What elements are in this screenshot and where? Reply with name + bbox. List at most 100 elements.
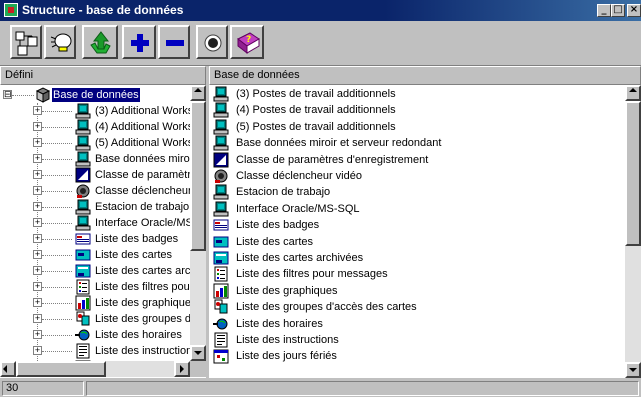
tree-item[interactable]: + Interface Oracle/MS-S [0,215,190,231]
title-bar[interactable]: Structure - base de données _ □ × [0,0,641,21]
list-item[interactable]: (3) Postes de travail additionnels [213,86,613,102]
workstation-icon [213,135,229,151]
tree-item[interactable]: + Liste des cartes [0,247,190,263]
expand-toggle[interactable]: + [33,218,42,227]
tree-item-label: Liste des instructions [95,345,190,357]
video-trigger-icon [213,168,229,184]
tree-connector [42,319,72,320]
list-item[interactable]: Liste des filtres pour messages [213,266,613,282]
tree-item[interactable]: + Liste des graphiques [0,295,190,311]
list-item[interactable]: Classe déclencheur vidéo [213,168,613,184]
list-panel-header[interactable]: Base de données [209,66,641,85]
tree-item[interactable]: + (4) Additional Workst [0,119,190,135]
scroll-corner [190,361,206,377]
tree-root-node[interactable]: ⊟ Base de données [0,87,190,103]
maximize-button[interactable]: □ [611,4,625,17]
expand-toggle[interactable]: + [33,234,42,243]
tree-item[interactable]: + Classe de paramètres [0,167,190,183]
tree-connector [12,95,34,96]
tree-item-label: Liste des filtres pour m [95,281,190,293]
close-button[interactable]: × [627,4,641,17]
tree-structure-button[interactable] [10,25,42,59]
tree-vertical-scrollbar[interactable] [190,85,206,361]
tree-item[interactable]: + Liste des badges [0,231,190,247]
tree-scroll-thumb[interactable] [190,101,206,251]
expand-toggle[interactable]: + [33,250,42,259]
list-item-label: Liste des filtres pour messages [236,268,388,281]
lightbulb-button[interactable] [44,25,76,59]
list-view[interactable]: (3) Postes de travail additionnels (4) Po… [209,85,625,378]
list-item[interactable]: Liste des groupes d'accès des cartes [213,299,613,315]
add-button[interactable] [122,25,156,59]
record-button[interactable] [196,25,228,59]
list-item[interactable]: Classe de paramètres d'enregistrement [213,152,613,168]
tree-item[interactable]: + (5) Additional Workst [0,135,190,151]
expand-toggle[interactable]: + [33,346,42,355]
help-button[interactable]: ? [230,25,264,59]
tree-item[interactable]: + Liste des cartes archiv [0,263,190,279]
chart-list-icon [213,283,229,299]
workstation-icon [75,103,91,119]
tree-connector [42,303,72,304]
list-item[interactable]: Liste des horaires [213,316,613,332]
tree-horizontal-scrollbar[interactable] [0,361,190,377]
tree-item[interactable]: + Estacion de trabajo [0,199,190,215]
tree-hscroll-thumb[interactable] [16,361,106,377]
plus-icon [131,34,149,52]
expand-toggle[interactable]: + [33,122,42,131]
expand-toggle[interactable]: + [33,330,42,339]
list-item[interactable]: Liste des instructions [213,332,613,348]
tree-structure-icon [15,31,38,56]
list-item[interactable]: (5) Postes de travail additionnels [213,119,613,135]
list-item[interactable]: Estacion de trabajo [213,184,613,200]
list-item[interactable]: Liste des graphiques [213,283,613,299]
tree-item[interactable]: + Liste des groupes d'ac [0,311,190,327]
remove-button[interactable] [158,25,190,59]
tree-item[interactable]: + Base données miroir e [0,151,190,167]
workstation-icon [75,199,91,215]
tree-item[interactable]: + Liste des horaires [0,327,190,343]
expand-toggle[interactable]: + [33,266,42,275]
list-vertical-scrollbar[interactable] [625,85,641,378]
tree-root-label[interactable]: Base de données [51,87,141,103]
tree-item[interactable]: + Liste des instructions [0,343,190,359]
tree-panel-header[interactable]: Défini [0,66,206,85]
tree-item-label: Classe de paramètres [95,169,190,181]
tree-scroll-left-button[interactable] [0,361,16,377]
list-item[interactable]: Liste des cartes archivées [213,250,613,266]
list-item[interactable]: (4) Postes de travail additionnels [213,102,613,118]
list-item[interactable]: Liste des badges [213,217,613,233]
arrow-up-icon [194,88,202,92]
app-icon[interactable] [4,3,18,17]
refresh-button[interactable] [82,25,118,59]
expand-toggle[interactable]: + [33,282,42,291]
list-item[interactable]: Interface Oracle/MS-SQL [213,201,613,217]
expand-toggle[interactable]: + [33,186,42,195]
settings-class-icon [213,152,229,168]
expand-toggle[interactable]: + [33,138,42,147]
list-item[interactable]: Base données miroir et serveur redondant [213,135,613,151]
expand-toggle[interactable]: + [33,314,42,323]
list-item[interactable]: Liste des jours fériés [213,348,613,364]
list-scroll-up-button[interactable] [625,85,641,101]
workstation-icon [213,102,229,118]
list-scroll-down-button[interactable] [625,362,641,378]
expand-toggle[interactable]: + [33,202,42,211]
record-icon [204,34,222,52]
expand-toggle[interactable]: + [33,106,42,115]
tree-view[interactable]: ⊟ Base de données + (3) Additional Workst + (… [0,85,190,361]
expand-toggle[interactable]: + [33,298,42,307]
collapse-toggle[interactable]: ⊟ [3,90,12,99]
tree-item-label: Liste des horaires [95,329,182,341]
tree-scroll-right-button[interactable] [174,361,190,377]
list-scroll-thumb[interactable] [625,101,641,246]
expand-toggle[interactable]: + [33,170,42,179]
tree-scroll-up-button[interactable] [190,85,206,101]
list-item[interactable]: Liste des cartes [213,234,613,250]
expand-toggle[interactable]: + [33,154,42,163]
tree-scroll-down-button[interactable] [190,345,206,361]
tree-item[interactable]: + Classe déclencheur v [0,183,190,199]
tree-item[interactable]: + (3) Additional Workst [0,103,190,119]
tree-item[interactable]: + Liste des filtres pour m [0,279,190,295]
minimize-button[interactable]: _ [597,4,611,17]
